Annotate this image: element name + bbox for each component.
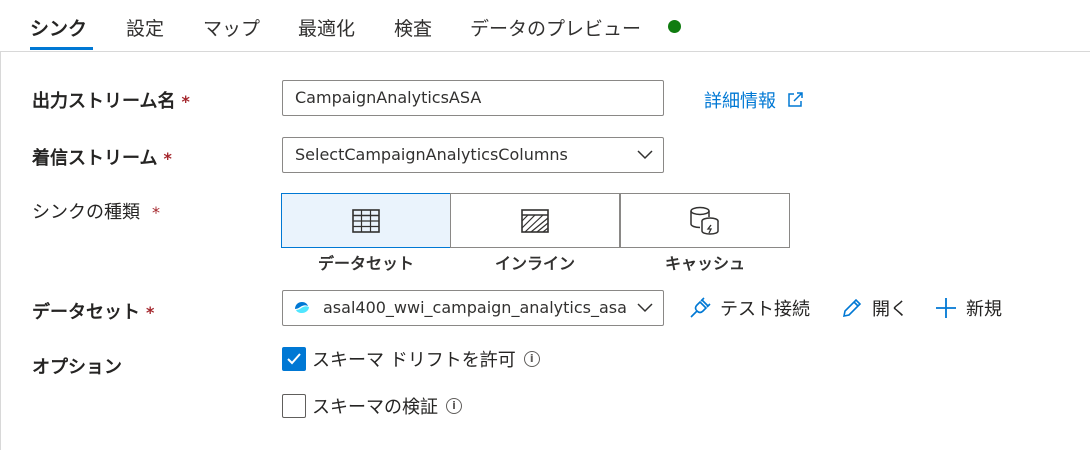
tab-data-preview[interactable]: データのプレビュー xyxy=(470,14,641,41)
plus-icon xyxy=(936,298,956,318)
open-button[interactable]: 開く xyxy=(840,292,908,324)
tab-map[interactable]: マップ xyxy=(203,14,260,41)
sink-type-label: シンクの種類 * xyxy=(32,202,160,223)
tab-sink[interactable]: シンク xyxy=(30,14,87,41)
sink-type-dataset-option[interactable] xyxy=(281,193,451,248)
validate-schema-checkbox[interactable] xyxy=(282,394,306,418)
plug-icon xyxy=(690,297,711,318)
status-dot xyxy=(668,20,681,33)
incoming-stream-select[interactable]: SelectCampaignAnalyticsColumns xyxy=(282,137,664,173)
sink-type-dataset-label: データセット xyxy=(317,254,414,273)
dataset-label: データセット * xyxy=(32,302,155,323)
validate-schema-row: スキーマの検証 i xyxy=(282,393,462,419)
tab-bar: シンク 設定 マップ 最適化 検査 データのプレビュー xyxy=(0,0,1090,52)
dataset-type-icon xyxy=(295,302,309,313)
options-label: オプション xyxy=(32,357,122,378)
allow-schema-drift-label: スキーマ ドリフトを許可 xyxy=(312,350,516,371)
sink-type-cache-label: キャッシュ xyxy=(664,254,745,273)
required-marker: * xyxy=(181,92,190,111)
sink-type-inline-option[interactable] xyxy=(450,193,620,248)
new-button[interactable]: 新規 xyxy=(934,292,1002,324)
divider xyxy=(0,52,1,450)
sink-type-cache-option[interactable] xyxy=(620,193,790,248)
required-marker: * xyxy=(152,203,160,222)
sink-type-inline-label: インライン xyxy=(494,254,575,273)
checkmark-icon xyxy=(287,353,301,365)
test-connection-button[interactable]: テスト接続 xyxy=(688,292,810,324)
tab-settings[interactable]: 設定 xyxy=(126,14,164,41)
chevron-down-icon xyxy=(637,150,653,160)
pencil-icon xyxy=(842,298,862,318)
table-icon xyxy=(352,208,380,233)
dataset-select[interactable]: asal400_wwi_campaign_analytics_asa xyxy=(282,290,664,326)
chevron-down-icon xyxy=(637,303,653,313)
tab-optimize[interactable]: 最適化 xyxy=(298,14,355,41)
inline-icon xyxy=(521,208,549,233)
required-marker: * xyxy=(146,303,155,322)
output-stream-input[interactable]: CampaignAnalyticsASA xyxy=(282,80,664,116)
cache-icon xyxy=(690,206,719,235)
more-info-link[interactable]: 詳細情報 xyxy=(704,87,804,113)
output-stream-label: 出力ストリーム名 * xyxy=(32,91,190,112)
info-icon[interactable]: i xyxy=(446,398,462,414)
active-tab-indicator xyxy=(30,47,93,50)
info-icon[interactable]: i xyxy=(523,351,540,367)
allow-schema-drift-checkbox[interactable] xyxy=(282,347,306,371)
allow-schema-drift-row: スキーマ ドリフトを許可 i xyxy=(282,346,540,372)
validate-schema-label: スキーマの検証 xyxy=(312,397,438,418)
external-link-icon xyxy=(787,92,803,107)
required-marker: * xyxy=(163,149,172,168)
incoming-stream-label: 着信ストリーム * xyxy=(32,148,172,169)
tab-inspect[interactable]: 検査 xyxy=(394,14,432,41)
